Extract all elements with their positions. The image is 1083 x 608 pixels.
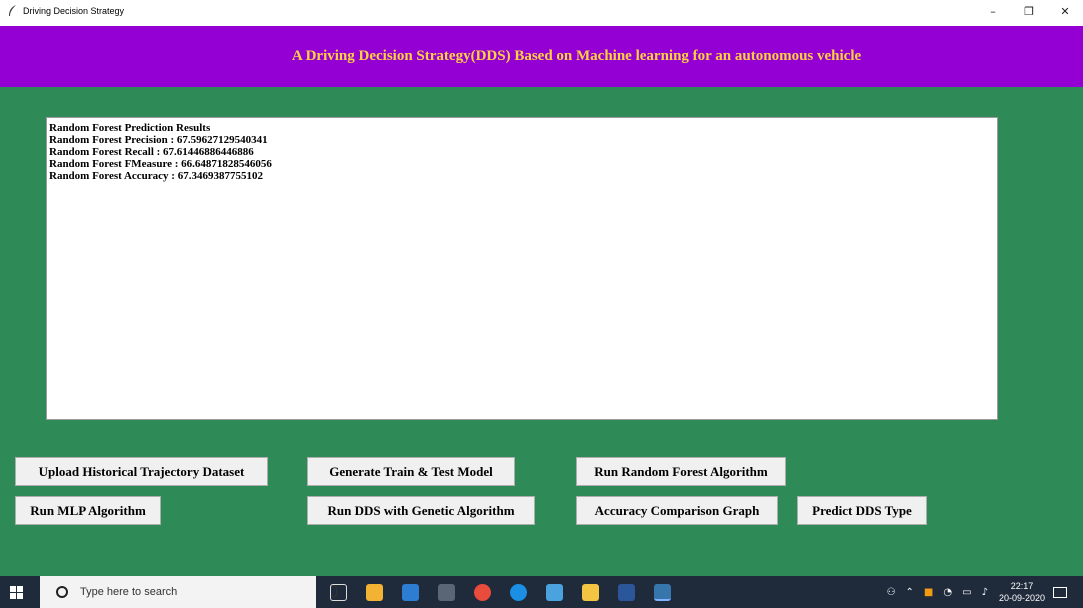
search-icon <box>56 586 68 598</box>
notification-icon[interactable] <box>1053 586 1067 598</box>
search-placeholder: Type here to search <box>80 586 178 598</box>
edge-icon[interactable] <box>510 584 527 601</box>
clock-date: 20-09-2020 <box>998 593 1045 603</box>
run-random-forest-button[interactable]: Run Random Forest Algorithm <box>576 457 786 486</box>
generate-model-button[interactable]: Generate Train & Test Model <box>307 457 515 486</box>
photos-icon[interactable] <box>438 584 455 601</box>
windows-start-icon[interactable] <box>6 576 26 608</box>
app-icon[interactable] <box>546 584 563 601</box>
banner-title: A Driving Decision Strategy(DDS) Based o… <box>291 48 862 64</box>
taskbar-clock[interactable]: 22:17 20-09-2020 <box>999 580 1045 604</box>
output-text-area[interactable]: Random Forest Prediction Results Random … <box>46 117 998 420</box>
upload-dataset-button[interactable]: Upload Historical Trajectory Dataset <box>15 457 268 486</box>
window-title: Driving Decision Strategy <box>23 6 125 16</box>
tray-app-icon[interactable]: ■ <box>924 587 933 598</box>
restore-button[interactable]: ❐ <box>1011 0 1047 22</box>
network-icon[interactable]: ◔ <box>943 587 952 598</box>
system-tray: ⚇ ⌃ ■ ◔ ▭ ♪ 22:17 20-09-2020 <box>882 576 1083 608</box>
volume-icon[interactable]: ♪ <box>982 587 988 598</box>
feather-icon <box>5 3 21 19</box>
chrome-icon[interactable] <box>474 584 491 601</box>
file-explorer-icon[interactable] <box>582 584 599 601</box>
output-line: Random Forest Prediction Results <box>49 122 211 134</box>
taskbar-search-box[interactable]: Type here to search <box>40 576 337 608</box>
predict-dds-type-button[interactable]: Predict DDS Type <box>797 496 927 525</box>
output-line: Random Forest Recall : 67.61446886446886 <box>49 146 254 158</box>
window-titlebar: Driving Decision Strategy – ❐ ✕ <box>0 0 1083 22</box>
output-line: Random Forest FMeasure : 66.648718285460… <box>49 158 272 170</box>
chevron-up-icon[interactable]: ⌃ <box>906 587 914 598</box>
task-view-icon[interactable] <box>330 584 347 601</box>
window-controls: – ❐ ✕ <box>975 0 1083 22</box>
main-panel: Random Forest Prediction Results Random … <box>0 87 1083 576</box>
accuracy-graph-button[interactable]: Accuracy Comparison Graph <box>576 496 778 525</box>
minimize-button[interactable]: – <box>975 0 1011 22</box>
clock-time: 22:17 <box>1010 581 1034 591</box>
run-mlp-button[interactable]: Run MLP Algorithm <box>15 496 161 525</box>
run-dds-genetic-button[interactable]: Run DDS with Genetic Algorithm <box>307 496 535 525</box>
mail-icon[interactable] <box>402 584 419 601</box>
python-icon[interactable] <box>654 584 671 601</box>
people-icon[interactable]: ⚇ <box>887 587 896 598</box>
taskbar: Type here to search ⚇ ⌃ ■ ◔ ▭ ♪ 22:17 20… <box>0 576 1083 608</box>
close-button[interactable]: ✕ <box>1047 0 1083 22</box>
word-icon[interactable] <box>618 584 635 601</box>
store-icon[interactable] <box>366 584 383 601</box>
battery-icon[interactable]: ▭ <box>962 587 971 598</box>
output-line: Random Forest Accuracy : 67.346938775510… <box>49 170 263 182</box>
header-banner: A Driving Decision Strategy(DDS) Based o… <box>0 26 1083 87</box>
output-line: Random Forest Precision : 67.59627129540… <box>49 134 268 146</box>
